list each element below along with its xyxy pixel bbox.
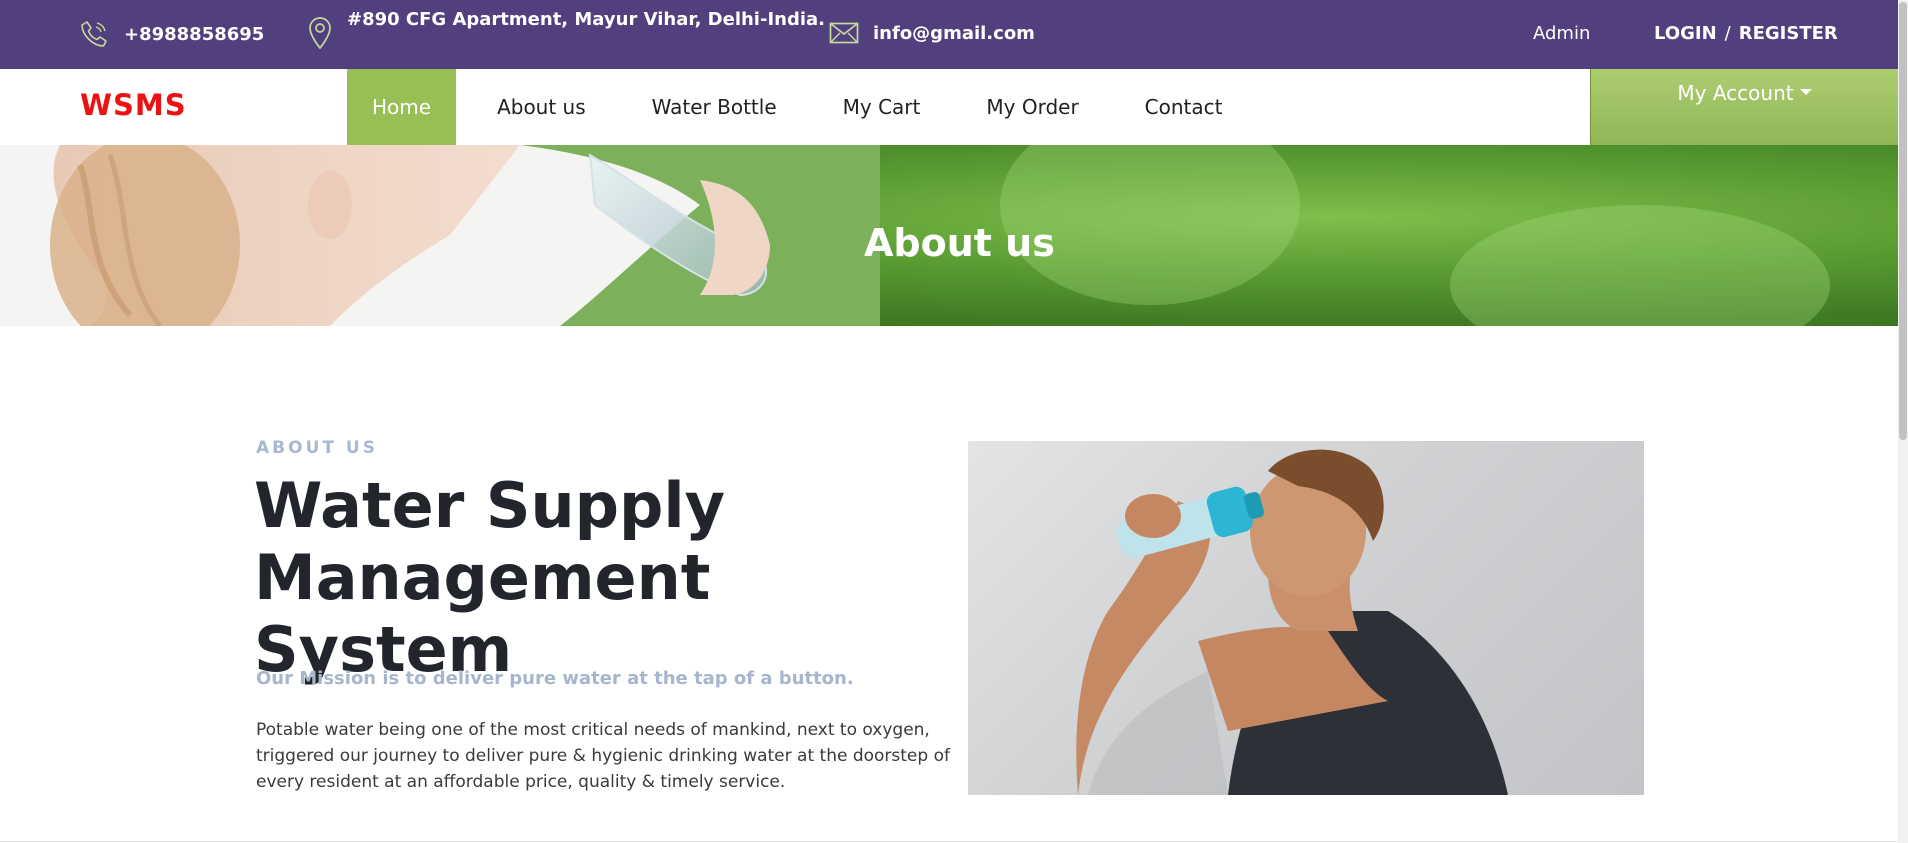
- man-drinking-bottle-image: [968, 441, 1644, 795]
- email-contact[interactable]: info@gmail.com: [829, 22, 1035, 44]
- my-account-label: My Account: [1677, 81, 1794, 105]
- location-pin-icon: [309, 17, 331, 50]
- phone-contact[interactable]: +8988858695: [78, 18, 264, 50]
- brand-logo[interactable]: WSMS: [80, 88, 187, 122]
- admin-link[interactable]: Admin: [1533, 23, 1590, 44]
- woman-drinking-image: [0, 145, 880, 326]
- nav-item-my-cart[interactable]: My Cart: [818, 69, 946, 145]
- background-bokeh: [1450, 205, 1830, 326]
- register-link[interactable]: REGISTER: [1739, 23, 1838, 44]
- nav-item-home[interactable]: Home: [347, 69, 457, 145]
- top-info-bar: +8988858695 #890 CFG Apartment, Mayur Vi…: [0, 0, 1898, 69]
- address-text: #890 CFG Apartment, Mayur Vihar, Delhi-I…: [347, 8, 826, 30]
- page-title: About us: [864, 221, 1055, 265]
- page-divider: [0, 841, 1898, 842]
- my-account-dropdown[interactable]: My Account: [1590, 69, 1898, 145]
- caret-down-icon: [1799, 88, 1812, 95]
- nav-item-my-order[interactable]: My Order: [961, 69, 1103, 145]
- mission-statement: Our Mission is to deliver pure water at …: [256, 668, 854, 689]
- heading-line-1: Water Supply: [254, 469, 726, 542]
- address-contact: #890 CFG Apartment, Mayur Vihar, Delhi-I…: [307, 8, 826, 50]
- heading-line-2: Management System: [254, 541, 711, 686]
- phone-number: +8988858695: [124, 23, 265, 45]
- about-paragraph: Potable water being one of the most crit…: [256, 720, 950, 792]
- man-drinking-illustration: [1076, 449, 1508, 795]
- vertical-scrollbar[interactable]: [1898, 0, 1908, 843]
- nav-item-water-bottle[interactable]: Water Bottle: [627, 69, 802, 145]
- scrollbar-thumb[interactable]: [1899, 2, 1907, 440]
- auth-links: LOGIN / REGISTER: [1654, 23, 1838, 44]
- envelope-icon: [829, 22, 859, 44]
- section-heading: Water Supply Management System: [254, 470, 954, 686]
- login-link[interactable]: LOGIN: [1654, 23, 1717, 44]
- section-eyebrow: ABOUT US: [256, 438, 378, 458]
- auth-separator: /: [1724, 23, 1731, 44]
- phone-icon: [81, 21, 107, 47]
- nav-item-about-us[interactable]: About us: [472, 69, 611, 145]
- main-navbar: WSMS Home About us Water Bottle My Cart …: [0, 69, 1898, 145]
- main-nav: Home About us Water Bottle My Cart My Or…: [347, 69, 1263, 145]
- email-address: info@gmail.com: [873, 22, 1035, 44]
- nav-item-contact[interactable]: Contact: [1120, 69, 1248, 145]
- hero-banner: About us: [0, 145, 1898, 326]
